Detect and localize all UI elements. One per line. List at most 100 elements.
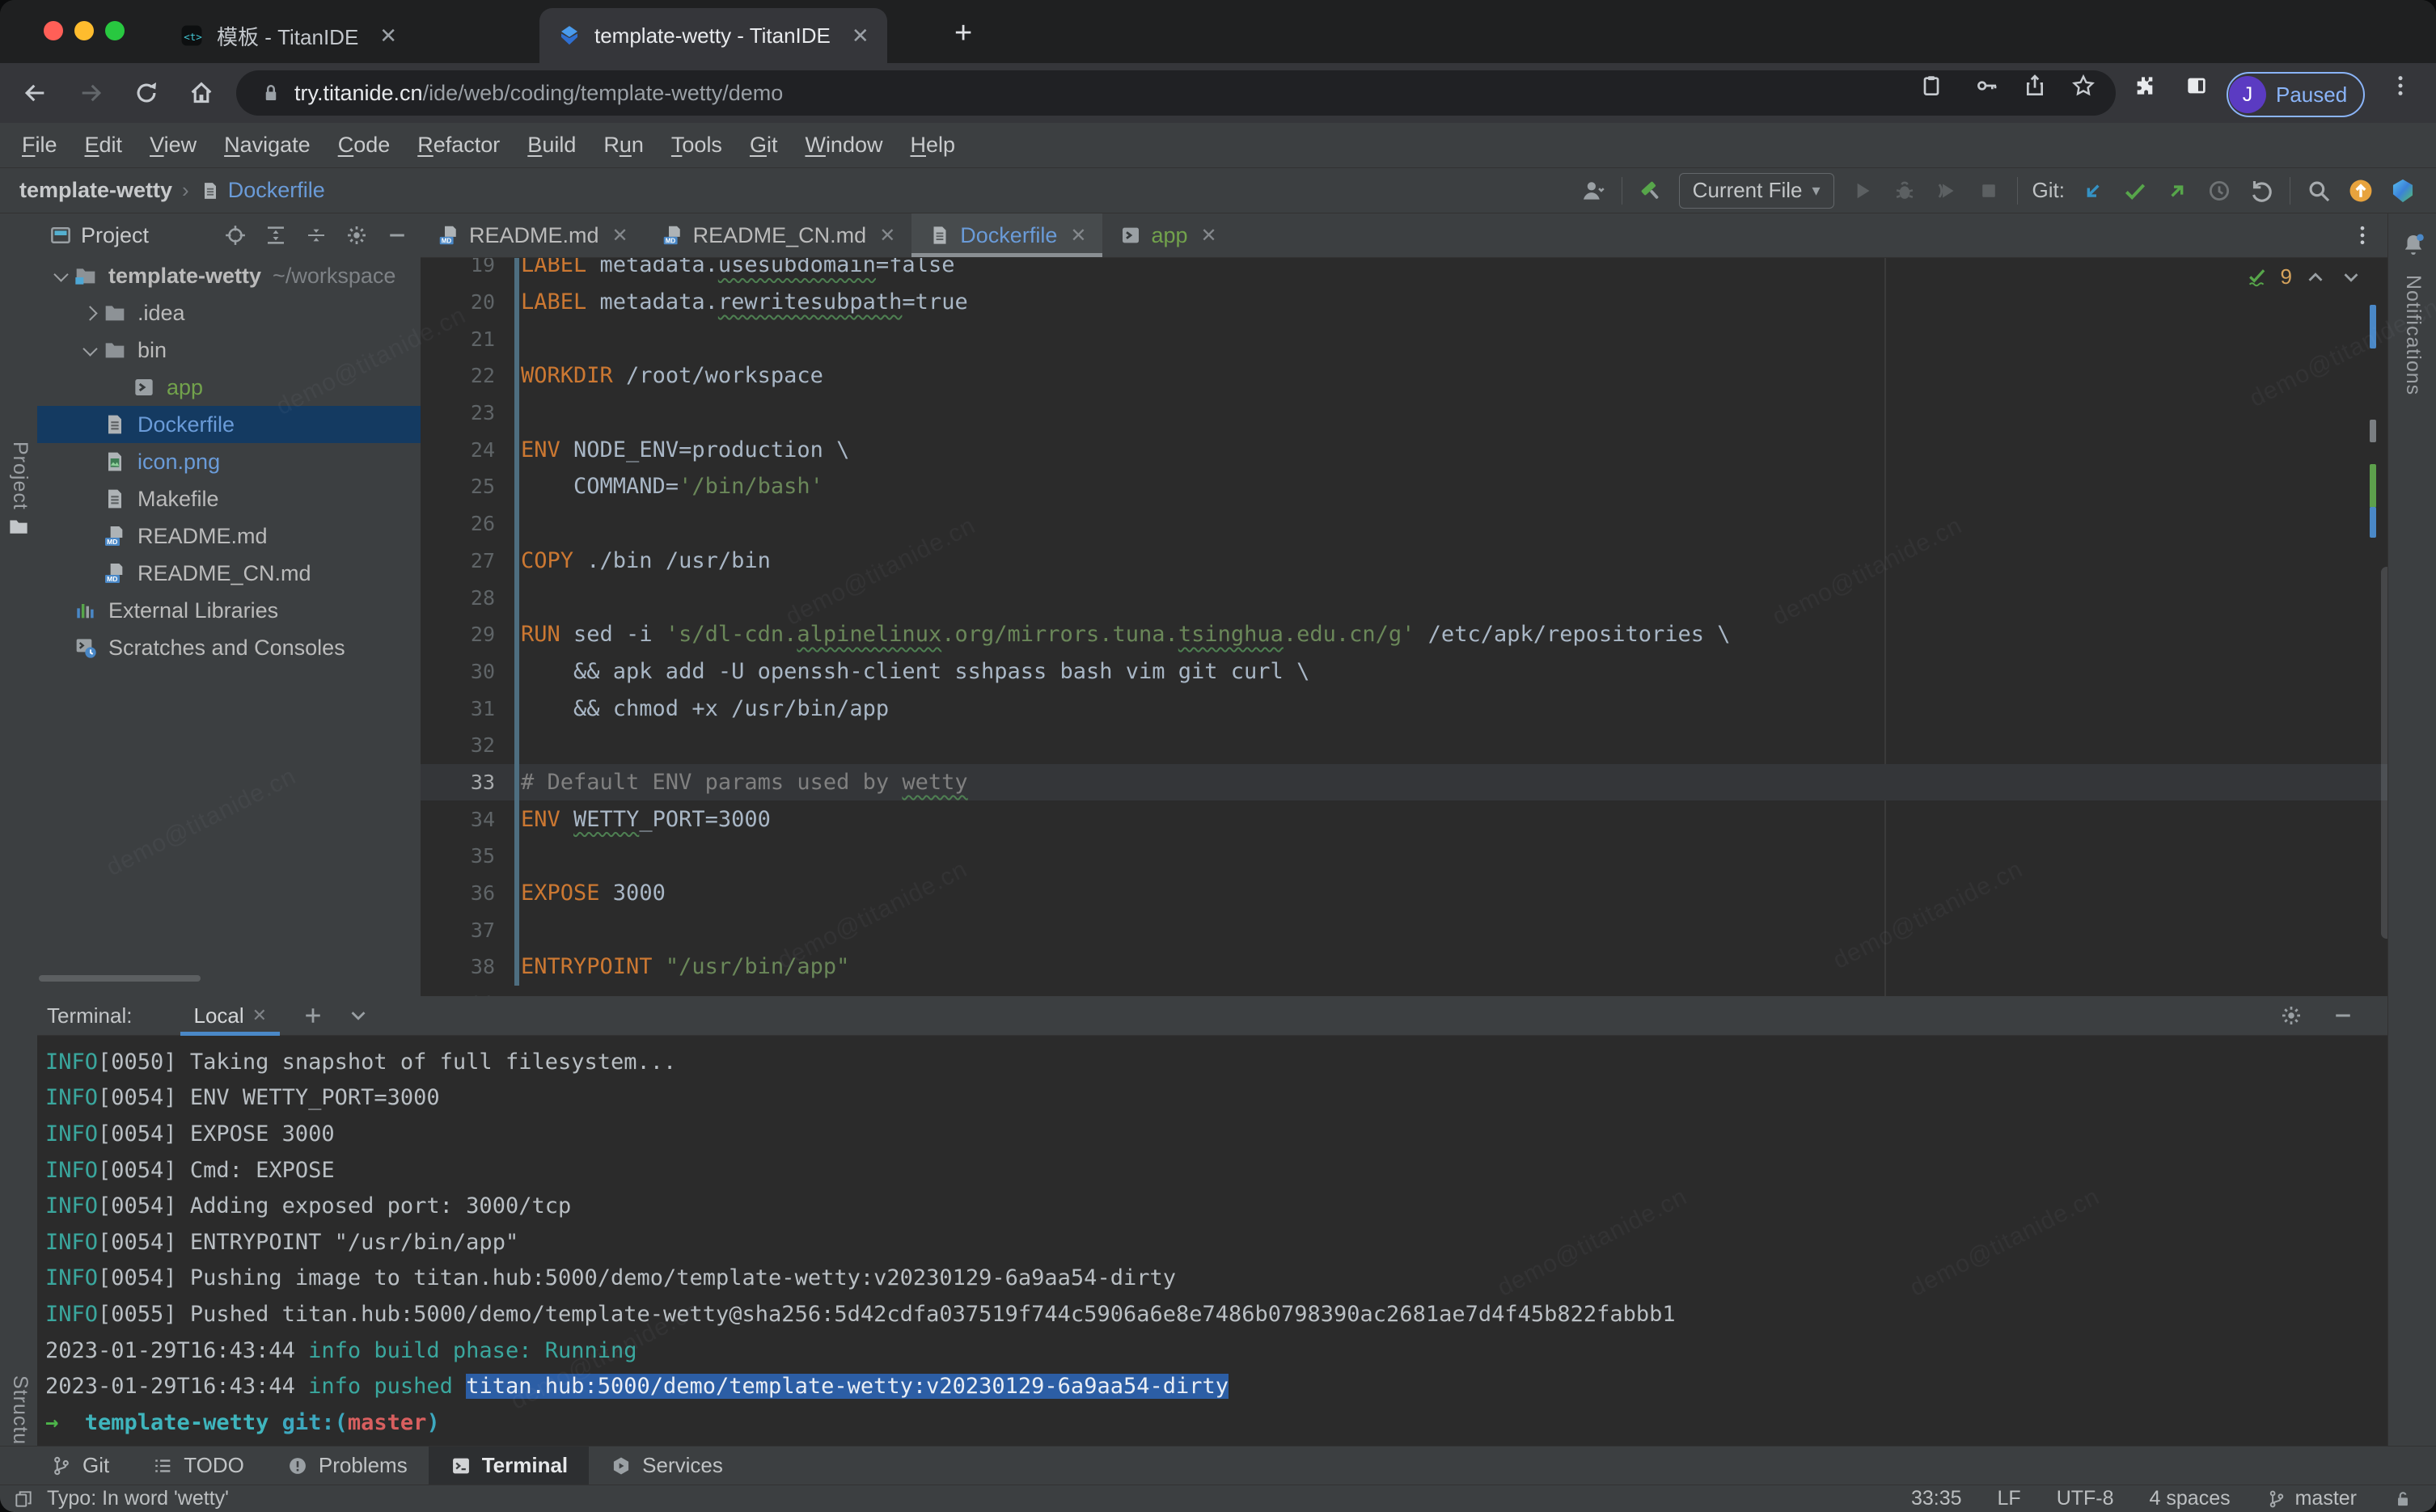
toolwindow-button-git[interactable]: Git xyxy=(29,1447,130,1485)
breadcrumb-file[interactable]: Dockerfile xyxy=(199,178,325,203)
debug-icon[interactable] xyxy=(1891,177,1918,205)
editor-tab-readme-cn-md[interactable]: MDREADME_CN.md✕ xyxy=(645,213,912,257)
run-configuration-select[interactable]: Current File▾ xyxy=(1679,173,1834,209)
chevron-up-icon[interactable] xyxy=(2303,265,2328,289)
code-line-37[interactable]: 37 xyxy=(421,911,2387,948)
toolwindow-button-todo[interactable]: TODO xyxy=(130,1447,265,1485)
tree-item-makefile[interactable]: Makefile xyxy=(37,480,421,517)
toolwindow-button-services[interactable]: Services xyxy=(589,1447,744,1485)
terminal-settings-icon[interactable] xyxy=(2279,1003,2303,1028)
menu-edit[interactable]: Edit xyxy=(71,133,137,158)
menu-help[interactable]: Help xyxy=(896,133,969,158)
notifications-bell-icon[interactable] xyxy=(2400,231,2427,259)
menu-run[interactable]: Run xyxy=(590,133,658,158)
write-access-lock-icon[interactable] xyxy=(2392,1489,2413,1510)
close-icon[interactable]: ✕ xyxy=(1201,224,1217,247)
menu-git[interactable]: Git xyxy=(736,133,792,158)
gear-icon[interactable] xyxy=(345,223,369,247)
terminal-dropdown-icon[interactable] xyxy=(346,1003,370,1028)
code-line-34[interactable]: 34ENV WETTY_PORT=3000 xyxy=(421,800,2387,838)
breadcrumb-project[interactable]: template-wetty xyxy=(19,178,172,203)
code-line-28[interactable]: 28 xyxy=(421,579,2387,616)
code-line-24[interactable]: 24ENV NODE_ENV=production \ xyxy=(421,431,2387,468)
collapse-all-icon[interactable] xyxy=(304,223,328,247)
editor-body[interactable]: 19LABEL metadata.usesubdomain=false20LAB… xyxy=(421,258,2387,996)
tree-item-app[interactable]: app xyxy=(37,369,421,406)
clipboard-icon[interactable] xyxy=(1918,73,1944,99)
code-line-39[interactable]: 39 xyxy=(421,986,2387,996)
code-line-36[interactable]: 36EXPOSE 3000 xyxy=(421,875,2387,912)
tree-item-icon-png[interactable]: icon.png xyxy=(37,443,421,480)
tree-item-dockerfile[interactable]: Dockerfile xyxy=(37,406,421,443)
menu-refactor[interactable]: Refactor xyxy=(404,133,514,158)
menu-window[interactable]: Window xyxy=(791,133,896,158)
forward-icon[interactable] xyxy=(78,79,105,107)
update-available-icon[interactable] xyxy=(2347,177,2375,205)
code-line-22[interactable]: 22WORKDIR /root/workspace xyxy=(421,357,2387,395)
profile-button[interactable]: J Paused xyxy=(2227,72,2365,117)
git-commit-icon[interactable] xyxy=(2121,177,2149,205)
code-line-38[interactable]: 38ENTRYPOINT "/usr/bin/app" xyxy=(421,948,2387,986)
tree-item-idea[interactable]: .idea xyxy=(37,294,421,332)
code-line-25[interactable]: 25 COMMAND='/bin/bash' xyxy=(421,468,2387,505)
code-line-21[interactable]: 21 xyxy=(421,320,2387,357)
stripe-project-label[interactable]: Project xyxy=(8,441,32,510)
terminal-minimize-icon[interactable] xyxy=(2331,1003,2355,1028)
close-icon[interactable]: ✕ xyxy=(379,23,397,49)
code-line-20[interactable]: 20LABEL metadata.rewritesubpath=true xyxy=(421,284,2387,321)
menu-navigate[interactable]: Navigate xyxy=(210,133,324,158)
code-line-26[interactable]: 26 xyxy=(421,505,2387,543)
code-line-29[interactable]: 29RUN sed -i 's/dl-cdn.alpinelinux.org/m… xyxy=(421,616,2387,653)
home-icon[interactable] xyxy=(188,79,215,107)
tree-item-scratches-and-consoles[interactable]: Scratches and Consoles xyxy=(37,629,421,666)
url-text[interactable]: try.titanide.cn/ide/web/coding/template-… xyxy=(294,81,783,106)
extensions-puzzle-icon[interactable] xyxy=(2132,73,2158,99)
project-panel-title[interactable]: Project xyxy=(81,223,149,248)
code-line-23[interactable]: 23 xyxy=(421,395,2387,432)
close-icon[interactable]: ✕ xyxy=(879,224,895,247)
build-hammer-icon[interactable] xyxy=(1637,177,1664,205)
chevron-down-icon[interactable] xyxy=(2339,265,2363,289)
window-minimize-button[interactable] xyxy=(74,21,94,40)
editor-tab-app[interactable]: app✕ xyxy=(1102,213,1233,257)
toolwindow-button-problems[interactable]: Problems xyxy=(265,1447,429,1485)
editor-tab-readme-md[interactable]: MDREADME.md✕ xyxy=(421,213,645,257)
browser-tab-inactive[interactable]: <t> 模板 - TitanIDE ✕ xyxy=(162,8,415,63)
menu-build[interactable]: Build xyxy=(514,133,590,158)
git-push-icon[interactable] xyxy=(2163,177,2191,205)
code-line-31[interactable]: 31 && chmod +x /usr/bin/app xyxy=(421,690,2387,727)
menu-file[interactable]: File xyxy=(8,133,71,158)
code-line-19[interactable]: 19LABEL metadata.usesubdomain=false xyxy=(421,258,2387,284)
chevron-down-icon[interactable] xyxy=(78,347,102,354)
window-close-button[interactable] xyxy=(44,21,63,40)
code-line-33[interactable]: 33# Default ENV params used by wetty xyxy=(421,764,2387,801)
tree-item-external-libraries[interactable]: External Libraries xyxy=(37,592,421,629)
share-icon[interactable] xyxy=(2022,73,2048,99)
close-icon[interactable]: ✕ xyxy=(252,1005,267,1026)
toolwindow-button-terminal[interactable]: Terminal xyxy=(429,1447,589,1485)
code-line-32[interactable]: 32 xyxy=(421,727,2387,764)
git-update-icon[interactable] xyxy=(2079,177,2107,205)
run-icon[interactable] xyxy=(1849,177,1876,205)
stop-icon[interactable] xyxy=(1975,177,2003,205)
titanide-logo-icon[interactable] xyxy=(2389,177,2417,205)
code-line-35[interactable]: 35 xyxy=(421,838,2387,875)
search-icon[interactable] xyxy=(2305,177,2332,205)
git-branch[interactable]: master xyxy=(2266,1487,2357,1510)
menu-view[interactable]: View xyxy=(136,133,210,158)
terminal-output[interactable]: INFO[0050] Taking snapshot of full files… xyxy=(37,1036,2387,1446)
tree-item-bin[interactable]: bin xyxy=(37,332,421,369)
code-line-30[interactable]: 30 && apk add -U openssh-client sshpass … xyxy=(421,653,2387,691)
rollback-icon[interactable] xyxy=(2248,177,2275,205)
tree-item-readme-cn-md[interactable]: MDREADME_CN.md xyxy=(37,555,421,592)
editor-scrollbar[interactable] xyxy=(2381,567,2387,939)
close-icon[interactable]: ✕ xyxy=(612,224,628,247)
chevron-right-icon[interactable] xyxy=(78,308,102,319)
expand-all-icon[interactable] xyxy=(264,223,288,247)
line-separator[interactable]: LF xyxy=(1998,1487,2021,1510)
back-icon[interactable] xyxy=(21,79,49,107)
status-message[interactable]: Typo: In word 'wetty' xyxy=(47,1487,229,1510)
terminal-tab-local[interactable]: Local ✕ xyxy=(180,996,280,1036)
lock-icon[interactable] xyxy=(259,81,283,105)
close-icon[interactable]: ✕ xyxy=(852,23,869,49)
